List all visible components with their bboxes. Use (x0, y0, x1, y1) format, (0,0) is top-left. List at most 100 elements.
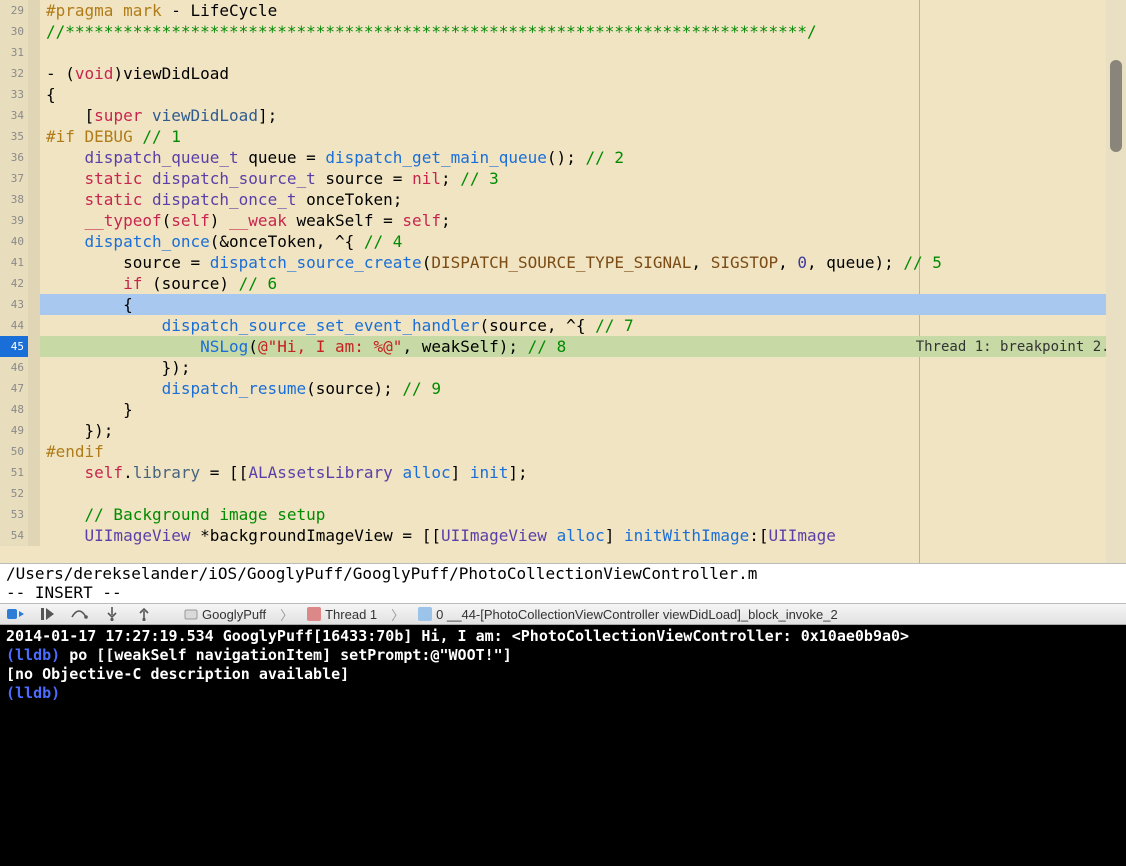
line-number[interactable]: 37 (0, 168, 28, 189)
code-text[interactable]: [super viewDidLoad]; (40, 105, 1126, 126)
line-number[interactable]: 43 (0, 294, 28, 315)
code-text[interactable]: { (40, 294, 1126, 315)
gutter-strip (28, 84, 40, 105)
line-number[interactable]: 54 (0, 525, 28, 546)
line-number[interactable]: 32 (0, 63, 28, 84)
line-number[interactable]: 52 (0, 483, 28, 504)
code-line[interactable]: 31 (0, 42, 1126, 63)
breadcrumb-frame[interactable]: 0 __44-[PhotoCollectionViewController vi… (418, 607, 838, 622)
code-text[interactable]: NSLog(@"Hi, I am: %@", weakSelf); // 8Th… (40, 336, 1126, 357)
line-number[interactable]: 33 (0, 84, 28, 105)
code-line[interactable]: 45 NSLog(@"Hi, I am: %@", weakSelf); // … (0, 336, 1126, 357)
scrollbar-thumb[interactable] (1110, 60, 1122, 152)
line-number[interactable]: 29 (0, 0, 28, 21)
line-number[interactable]: 40 (0, 231, 28, 252)
code-line[interactable]: 50 #endif (0, 441, 1126, 462)
code-text[interactable]: dispatch_resume(source); // 9 (40, 378, 1126, 399)
code-line[interactable]: 33 { (0, 84, 1126, 105)
line-number[interactable]: 53 (0, 504, 28, 525)
code-line[interactable]: 29 #pragma mark - LifeCycle (0, 0, 1126, 21)
code-line[interactable]: 37 static dispatch_source_t source = nil… (0, 168, 1126, 189)
breadcrumb-thread[interactable]: Thread 1 (307, 607, 377, 622)
code-text[interactable]: // Background image setup (40, 504, 1126, 525)
file-path-bar: /Users/derekselander/iOS/GooglyPuff/Goog… (0, 563, 1126, 583)
code-text[interactable]: dispatch_source_set_event_handler(source… (40, 315, 1126, 336)
code-line[interactable]: 39 __typeof(self) __weak weakSelf = self… (0, 210, 1126, 231)
line-number[interactable]: 31 (0, 42, 28, 63)
step-over-button[interactable] (70, 606, 90, 622)
code-line[interactable]: 53 // Background image setup (0, 504, 1126, 525)
line-number[interactable]: 41 (0, 252, 28, 273)
code-text[interactable]: self.library = [[ALAssetsLibrary alloc] … (40, 462, 1126, 483)
code-text[interactable]: if (source) // 6 (40, 273, 1126, 294)
chevron-right-icon: 〉 (278, 605, 295, 624)
gutter-strip (28, 42, 40, 63)
code-line[interactable]: 52 (0, 483, 1126, 504)
code-text[interactable]: static dispatch_once_t onceToken; (40, 189, 1126, 210)
code-text[interactable]: source = dispatch_source_create(DISPATCH… (40, 252, 1126, 273)
console-line: [no Objective-C description available] (6, 665, 1120, 684)
code-line[interactable]: 32 - (void)viewDidLoad (0, 63, 1126, 84)
gutter-strip (28, 294, 40, 315)
continue-button[interactable] (38, 606, 58, 622)
process-icon (184, 607, 198, 621)
line-number[interactable]: 34 (0, 105, 28, 126)
line-number[interactable]: 45 (0, 336, 28, 357)
code-line[interactable]: 36 dispatch_queue_t queue = dispatch_get… (0, 147, 1126, 168)
code-line[interactable]: 30 //************************************… (0, 21, 1126, 42)
line-number[interactable]: 36 (0, 147, 28, 168)
code-line[interactable]: 46 }); (0, 357, 1126, 378)
code-line[interactable]: 40 dispatch_once(&onceToken, ^{ // 4 (0, 231, 1126, 252)
gutter-strip (28, 105, 40, 126)
code-line[interactable]: 43 { (0, 294, 1126, 315)
line-number[interactable]: 47 (0, 378, 28, 399)
code-text[interactable]: }); (40, 420, 1126, 441)
breadcrumb-frame-label: 0 __44-[PhotoCollectionViewController vi… (436, 607, 838, 622)
step-out-button[interactable] (134, 606, 154, 622)
console-line: (lldb) (6, 684, 1120, 703)
code-line[interactable]: 42 if (source) // 6 (0, 273, 1126, 294)
gutter-strip (28, 168, 40, 189)
code-line[interactable]: 34 [super viewDidLoad]; (0, 105, 1126, 126)
line-number[interactable]: 30 (0, 21, 28, 42)
code-line[interactable]: 44 dispatch_source_set_event_handler(sou… (0, 315, 1126, 336)
code-text[interactable]: } (40, 399, 1126, 420)
code-line[interactable]: 54 UIImageView *backgroundImageView = [[… (0, 525, 1126, 546)
code-text[interactable]: #endif (40, 441, 1126, 462)
line-number[interactable]: 42 (0, 273, 28, 294)
code-text[interactable]: static dispatch_source_t source = nil; /… (40, 168, 1126, 189)
code-line[interactable]: 47 dispatch_resume(source); // 9 (0, 378, 1126, 399)
scrollbar-vertical[interactable] (1106, 0, 1126, 563)
toggle-debug-button[interactable] (6, 606, 26, 622)
code-text[interactable]: //**************************************… (40, 21, 1126, 42)
line-number[interactable]: 49 (0, 420, 28, 441)
code-line[interactable]: 49 }); (0, 420, 1126, 441)
line-number[interactable]: 48 (0, 399, 28, 420)
code-editor[interactable]: 29 #pragma mark - LifeCycle 30 //**********… (0, 0, 1126, 563)
code-line[interactable]: 41 source = dispatch_source_create(DISPA… (0, 252, 1126, 273)
code-text[interactable]: __typeof(self) __weak weakSelf = self; (40, 210, 1126, 231)
breadcrumb-process[interactable]: GooglyPuff (184, 607, 266, 622)
line-number[interactable]: 44 (0, 315, 28, 336)
line-number[interactable]: 35 (0, 126, 28, 147)
code-text[interactable]: { (40, 84, 1126, 105)
code-text[interactable]: UIImageView *backgroundImageView = [[UII… (40, 525, 1126, 546)
line-number[interactable]: 38 (0, 189, 28, 210)
code-line[interactable]: 35 #if DEBUG // 1 (0, 126, 1126, 147)
code-text[interactable]: dispatch_once(&onceToken, ^{ // 4 (40, 231, 1126, 252)
line-number[interactable]: 39 (0, 210, 28, 231)
step-into-button[interactable] (102, 606, 122, 622)
debug-console[interactable]: 2014-01-17 17:27:19.534 GooglyPuff[16433… (0, 625, 1126, 866)
code-text[interactable]: }); (40, 357, 1126, 378)
gutter-strip (28, 441, 40, 462)
code-line[interactable]: 38 static dispatch_once_t onceToken; (0, 189, 1126, 210)
code-text[interactable]: #if DEBUG // 1 (40, 126, 1126, 147)
code-text[interactable]: dispatch_queue_t queue = dispatch_get_ma… (40, 147, 1126, 168)
code-text[interactable]: - (void)viewDidLoad (40, 63, 1126, 84)
code-text[interactable]: #pragma mark - LifeCycle (40, 0, 1126, 21)
line-number[interactable]: 50 (0, 441, 28, 462)
line-number[interactable]: 46 (0, 357, 28, 378)
line-number[interactable]: 51 (0, 462, 28, 483)
code-line[interactable]: 48 } (0, 399, 1126, 420)
code-line[interactable]: 51 self.library = [[ALAssetsLibrary allo… (0, 462, 1126, 483)
